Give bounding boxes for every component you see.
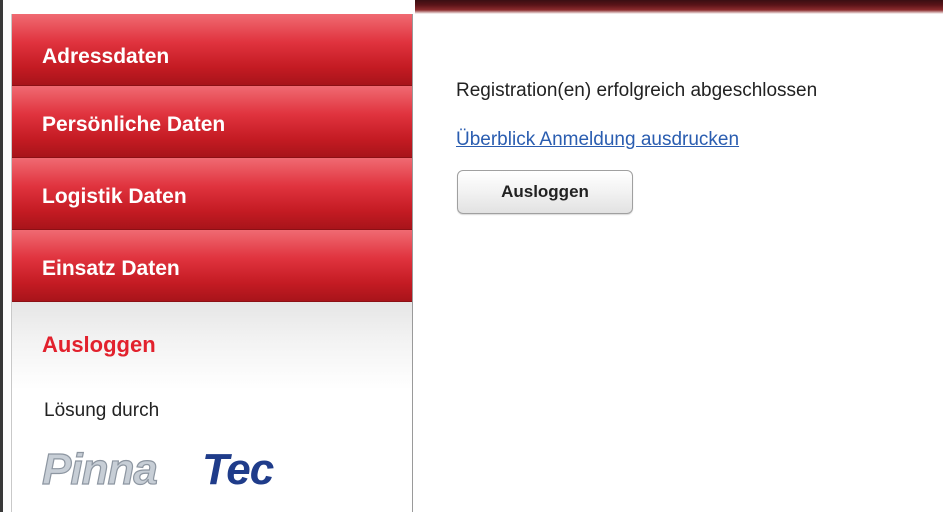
logo-text-tec: Tec [202,445,274,494]
logo-text-pinna: Pinna [42,445,157,494]
print-overview-link[interactable]: Überblick Anmeldung ausdrucken [456,129,739,151]
window-left-border [0,0,3,512]
header-bar [415,0,943,14]
sidebar-item-einsatz-daten[interactable]: Einsatz Daten [12,230,412,302]
logout-button[interactable]: Ausloggen [457,170,633,214]
registration-status-text: Registration(en) erfolgreich abgeschloss… [456,80,818,101]
sidebar-item-adressdaten[interactable]: Adressdaten [12,14,412,86]
sidebar-item-logistik-daten[interactable]: Logistik Daten [12,158,412,230]
pinnatec-logo: Pinna Tec [41,444,274,494]
solution-by-label: Lösung durch [44,400,160,421]
sidebar-logout-link[interactable]: Ausloggen [12,302,412,390]
sidebar-item-persoenliche-daten[interactable]: Persönliche Daten [12,86,412,158]
